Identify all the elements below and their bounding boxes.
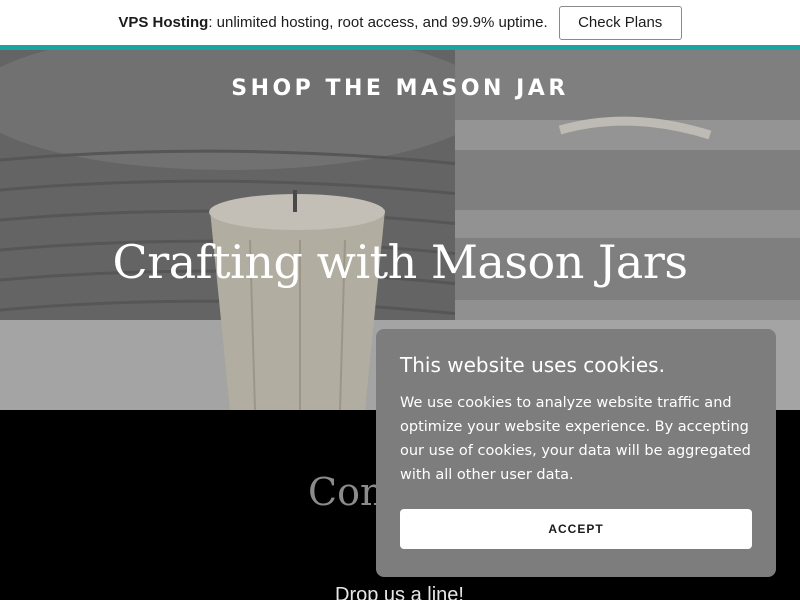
contact-heading: Con <box>308 470 385 514</box>
promo-brand: VPS Hosting <box>118 14 209 31</box>
cookie-body: We use cookies to analyze website traffi… <box>400 395 751 483</box>
promo-description: : unlimited hosting, root access, and 99… <box>208 14 548 31</box>
cookie-title: This website uses cookies. <box>400 353 665 377</box>
promo-bar: VPS Hosting: unlimited hosting, root acc… <box>0 0 800 45</box>
site-title[interactable]: SHOP THE MASON JAR <box>0 76 800 101</box>
accept-cookies-button[interactable]: ACCEPT <box>400 509 752 549</box>
promo-text: VPS Hosting: unlimited hosting, root acc… <box>118 14 547 31</box>
cookie-banner: This website uses cookies. We use cookie… <box>376 329 776 577</box>
check-plans-button[interactable]: Check Plans <box>558 5 682 40</box>
contact-subheading: Drop us a line! <box>335 584 464 600</box>
hero-heading: Crafting with Mason Jars <box>112 235 688 289</box>
